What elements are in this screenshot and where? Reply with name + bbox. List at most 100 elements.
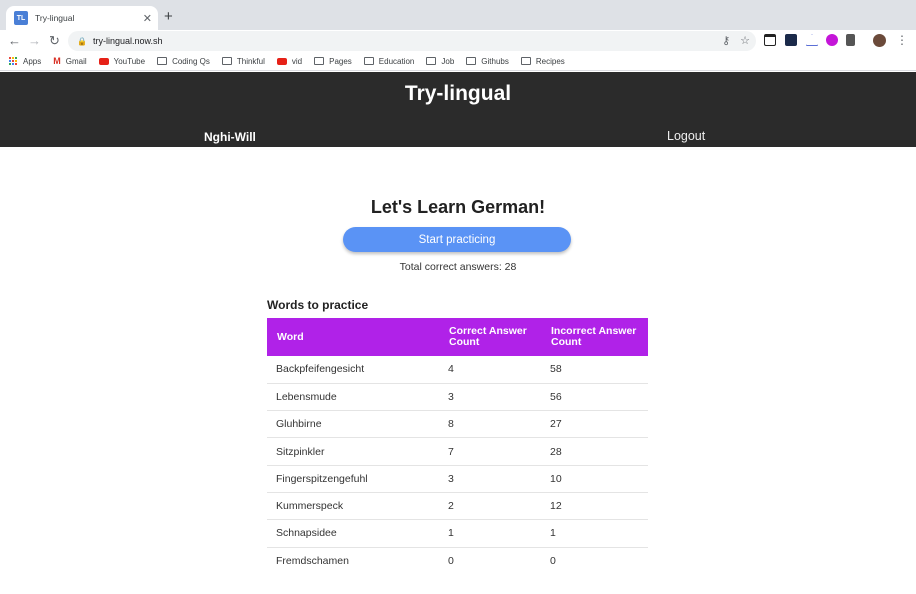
- column-header-incorrect: Incorrect Answer Count: [541, 318, 648, 356]
- browser-tabstrip: TL Try-lingual ✕ +: [0, 0, 916, 30]
- word-cell: Lebensmude: [267, 383, 439, 412]
- site-header: Try-lingual Nghi-Will Logout: [0, 72, 916, 147]
- table-row: Fingerspitzengefuhl 3 10: [267, 465, 648, 493]
- youtube-icon: [98, 57, 109, 65]
- new-tab-icon[interactable]: +: [164, 8, 173, 26]
- correct-count-cell: 8: [439, 410, 541, 439]
- correct-count-cell: 3: [439, 465, 541, 493]
- folder-icon: [157, 57, 168, 65]
- site-title[interactable]: Try-lingual: [0, 82, 916, 106]
- extension-icon[interactable]: [826, 34, 838, 46]
- bookmark-label: Apps: [23, 56, 42, 66]
- username: Nghi-Will: [204, 130, 256, 144]
- total-correct-answers: Total correct answers: 28: [399, 261, 517, 273]
- folder-icon: [520, 57, 531, 65]
- bookmark-label: YouTube: [113, 56, 146, 66]
- correct-count-cell: 0: [448, 554, 454, 567]
- incorrect-count-cell: 1: [541, 519, 648, 548]
- start-practicing-button[interactable]: Start practicing: [343, 227, 571, 252]
- incorrect-count-cell: 28: [541, 437, 648, 466]
- bookmark-apps[interactable]: Apps: [9, 57, 41, 66]
- key-icon[interactable]: ⚷: [722, 34, 730, 47]
- bookmark-job[interactable]: Job: [426, 57, 454, 66]
- table-row: Schnapsidee 1 1: [267, 519, 648, 548]
- word-cell: Schnapsidee: [267, 519, 439, 548]
- column-header-word: Word: [267, 318, 439, 356]
- bookmark-label: Recipes: [535, 56, 565, 66]
- correct-count-cell: 4: [439, 356, 541, 384]
- bookmark-education[interactable]: Education: [363, 56, 415, 66]
- table-row: Gluhbirne 8 27: [267, 410, 648, 439]
- column-header-correct: Correct Answer Count: [439, 318, 541, 356]
- lock-icon: 🔒: [77, 36, 87, 46]
- profile-avatar[interactable]: [873, 34, 886, 47]
- correct-count-cell: 1: [439, 519, 541, 548]
- extension-icon[interactable]: [764, 34, 776, 46]
- star-icon[interactable]: ☆: [740, 34, 750, 47]
- bookmark-recipes[interactable]: Recipes: [520, 56, 565, 66]
- page-heading: Let's Learn German!: [370, 197, 546, 217]
- apps-grid-icon: [9, 57, 17, 65]
- reload-icon[interactable]: ↻: [49, 32, 60, 50]
- incorrect-count-cell: 27: [541, 410, 648, 439]
- bookmark-label: Coding Qs: [172, 56, 210, 66]
- correct-count-cell: 3: [439, 383, 541, 412]
- word-cell: Fremdschamen: [276, 554, 349, 567]
- table-row: Lebensmude 3 56: [267, 383, 648, 412]
- bookmark-label: Pages: [329, 56, 352, 66]
- words-section-title: Words to practice: [267, 298, 369, 312]
- bookmark-youtube[interactable]: YouTube: [98, 56, 146, 66]
- bookmark-label: vid: [291, 56, 303, 66]
- table-row: Kummerspeck 2 12: [267, 492, 648, 521]
- folder-icon: [314, 57, 325, 65]
- browser-tab[interactable]: TL Try-lingual ✕: [6, 6, 158, 30]
- bookmarks-bar: Apps M Gmail YouTube Coding Qs Thinkful …: [0, 52, 916, 71]
- folder-icon: [426, 57, 437, 65]
- bookmark-label: Githubs: [481, 56, 509, 66]
- incorrect-count-cell: 12: [541, 492, 648, 521]
- table-row: Fremdschamen 0 0: [267, 547, 648, 574]
- forward-icon[interactable]: →: [28, 32, 41, 50]
- word-cell: Sitzpinkler: [267, 437, 439, 466]
- bookmark-vid[interactable]: vid: [276, 56, 303, 66]
- bookmark-pages[interactable]: Pages: [314, 57, 352, 66]
- correct-count-cell: 2: [439, 492, 541, 521]
- back-icon[interactable]: ←: [8, 32, 21, 50]
- word-cell: Kummerspeck: [267, 492, 439, 521]
- table-row: Sitzpinkler 7 28: [267, 437, 648, 466]
- table-row: Backpfeifengesicht 4 58: [267, 356, 648, 384]
- incorrect-count-cell: 10: [541, 465, 648, 493]
- folder-icon: [466, 57, 477, 65]
- incorrect-count-cell: 56: [541, 383, 648, 412]
- word-cell: Gluhbirne: [267, 410, 439, 439]
- extension-icon[interactable]: [846, 34, 855, 46]
- extension-icon[interactable]: [785, 34, 797, 46]
- gmail-icon: M: [53, 56, 61, 66]
- bookmark-label: Gmail: [65, 56, 87, 66]
- tab-title: Try-lingual: [35, 13, 75, 23]
- folder-icon: [221, 57, 232, 65]
- incorrect-count-cell: 0: [550, 554, 556, 567]
- close-tab-icon[interactable]: ✕: [143, 12, 152, 25]
- incorrect-count-cell: 58: [541, 356, 648, 384]
- address-bar[interactable]: 🔒 try-lingual.now.sh ⚷ ☆: [68, 31, 756, 51]
- bookmark-thinkful[interactable]: Thinkful: [221, 56, 265, 66]
- url-text: try-lingual.now.sh: [92, 36, 163, 46]
- bookmark-label: Education: [378, 56, 415, 66]
- more-menu-icon[interactable]: ⋮: [896, 32, 908, 48]
- bookmark-coding-qs[interactable]: Coding Qs: [157, 57, 210, 66]
- browser-toolbar: ← → ↻ 🔒 try-lingual.now.sh ⚷ ☆ ⋮: [0, 30, 916, 52]
- bookmark-label: Job: [441, 56, 455, 66]
- folder-icon: [363, 57, 374, 65]
- correct-count-cell: 7: [439, 437, 541, 466]
- word-cell: Backpfeifengesicht: [267, 356, 439, 384]
- words-table: Word Correct Answer Count Incorrect Answ…: [267, 318, 648, 574]
- table-header-row: Word Correct Answer Count Incorrect Answ…: [267, 318, 648, 356]
- extension-icon[interactable]: [806, 34, 818, 46]
- logout-link[interactable]: Logout: [667, 129, 705, 143]
- bookmark-gmail[interactable]: M Gmail: [53, 56, 86, 66]
- bookmark-githubs[interactable]: Githubs: [466, 57, 509, 66]
- site-favicon: TL: [14, 11, 28, 25]
- word-cell: Fingerspitzengefuhl: [267, 465, 439, 493]
- bookmark-label: Thinkful: [236, 56, 265, 66]
